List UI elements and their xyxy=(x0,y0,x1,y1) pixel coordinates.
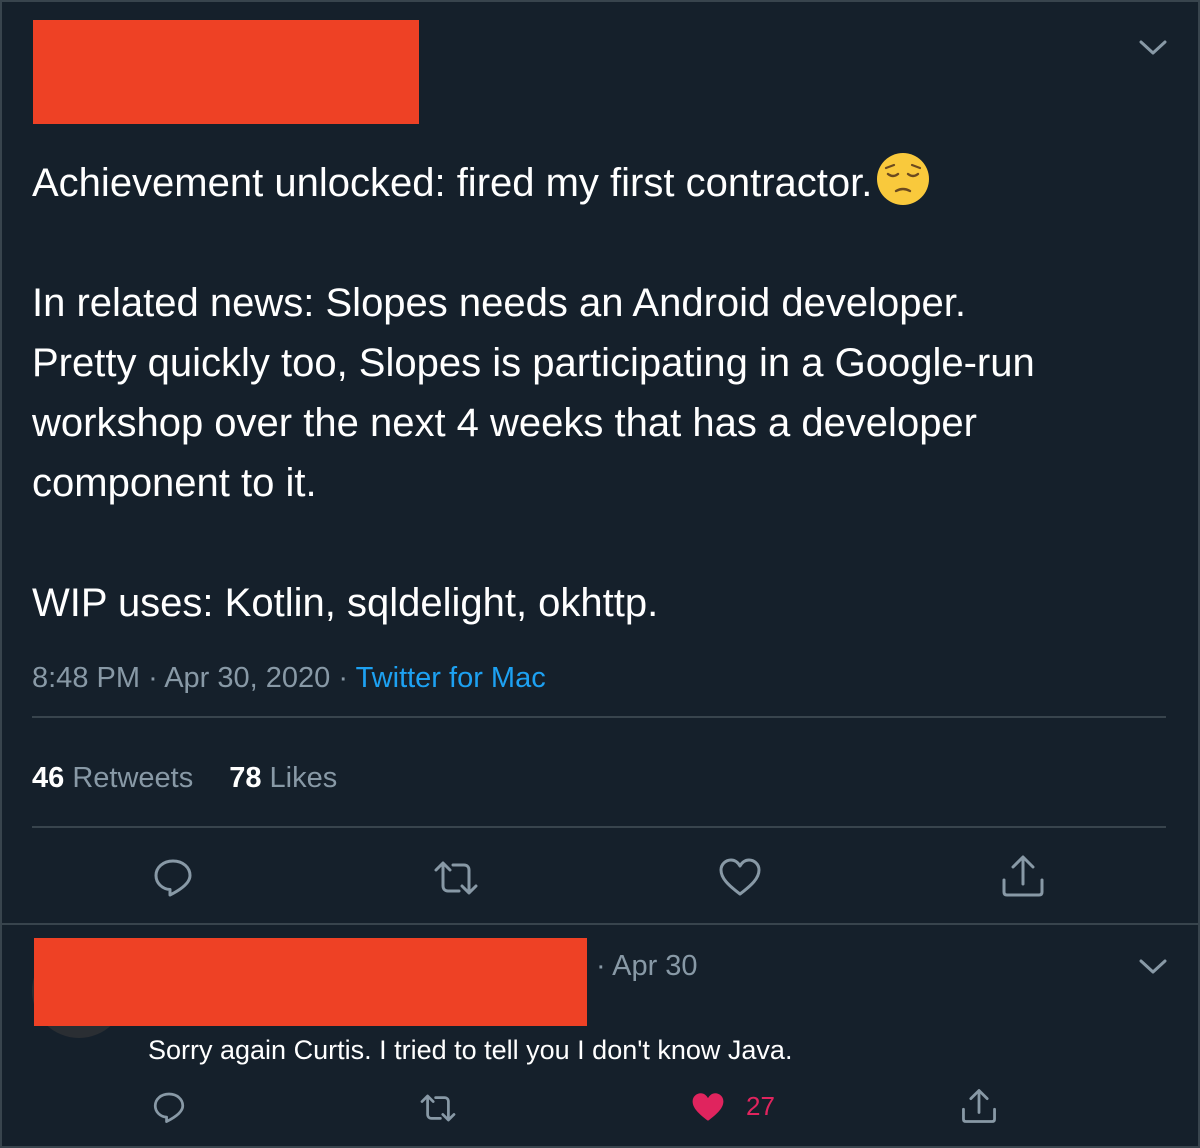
reply-icon[interactable] xyxy=(152,856,194,898)
tweet-stats: 46 Retweets 78 Likes xyxy=(32,760,337,796)
reply-date[interactable]: · Apr 30 xyxy=(596,948,698,984)
tweet-source-link[interactable]: Twitter for Mac xyxy=(356,662,546,694)
meta-separator: · xyxy=(338,662,349,694)
pensive-face-emoji xyxy=(877,153,930,205)
redacted-reply-author xyxy=(34,938,587,1026)
retweets-count: 46 xyxy=(32,762,65,794)
like-icon[interactable] xyxy=(718,856,762,898)
tweet-date[interactable]: Apr 30, 2020 xyxy=(164,662,330,694)
like-filled-icon[interactable] xyxy=(690,1090,726,1124)
retweets-stat[interactable]: 46 Retweets xyxy=(32,762,193,794)
tweet-line: In related news: Slopes needs an Android… xyxy=(32,281,966,325)
tweet-line: Achievement unlocked: fired my first con… xyxy=(32,161,873,205)
section-separator xyxy=(0,923,1200,925)
tweet-text: Achievement unlocked: fired my first con… xyxy=(32,152,1172,633)
tweet-time[interactable]: 8:48 PM xyxy=(32,662,140,694)
divider xyxy=(32,716,1166,718)
likes-stat[interactable]: 78 Likes xyxy=(229,762,337,794)
tweet-line: WIP uses: Kotlin, sqldelight, okhttp. xyxy=(32,581,659,625)
tweet-meta: 8:48 PM · Apr 30, 2020 · Twitter for Mac xyxy=(32,660,546,696)
retweet-icon[interactable] xyxy=(418,1092,458,1124)
redacted-author xyxy=(33,20,419,124)
chevron-down-icon[interactable] xyxy=(1138,955,1168,977)
likes-label: Likes xyxy=(269,762,338,794)
reply-text: Sorry again Curtis. I tried to tell you … xyxy=(148,1035,793,1065)
chevron-down-icon[interactable] xyxy=(1138,36,1168,58)
tweet-line: Pretty quickly too, Slopes is participat… xyxy=(32,341,1035,385)
tweet-line: workshop over the next 4 weeks that has … xyxy=(32,401,977,445)
share-icon[interactable] xyxy=(1000,854,1046,898)
share-icon[interactable] xyxy=(960,1088,998,1124)
retweets-label: Retweets xyxy=(72,762,194,794)
reply-like-count: 27 xyxy=(746,1091,775,1121)
tweet-line: component to it. xyxy=(32,461,317,505)
reply-icon[interactable] xyxy=(152,1090,186,1124)
retweet-icon[interactable] xyxy=(432,858,480,898)
divider xyxy=(32,826,1166,828)
meta-separator: · xyxy=(148,662,158,694)
likes-count: 78 xyxy=(229,762,262,794)
